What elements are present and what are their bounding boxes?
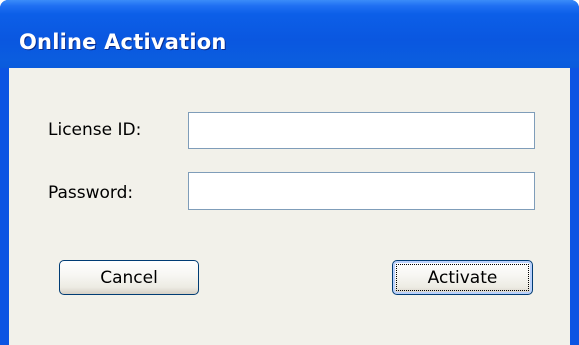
password-input[interactable] (188, 172, 535, 210)
title-bar[interactable]: Online Activation (0, 0, 579, 68)
password-label: Password: (48, 183, 134, 203)
activate-button-label: Activate (427, 267, 498, 288)
license-id-input[interactable] (188, 112, 535, 149)
dialog-body: License ID: Password: Cancel Activate (9, 68, 570, 345)
activate-button[interactable]: Activate (392, 260, 533, 295)
cancel-button-label: Cancel (100, 267, 158, 288)
activation-dialog: Online Activation License ID: Password: … (0, 0, 579, 345)
license-id-label: License ID: (48, 120, 142, 140)
dialog-title: Online Activation (19, 30, 227, 54)
cancel-button[interactable]: Cancel (59, 260, 199, 295)
